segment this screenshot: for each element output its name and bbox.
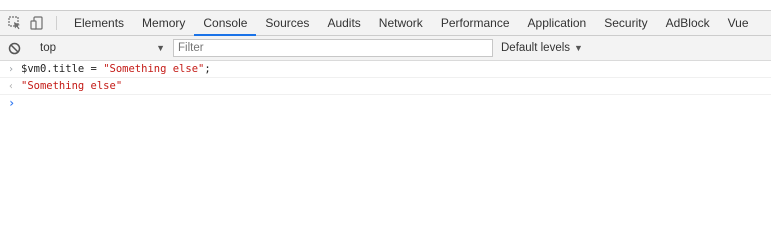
input-variable: $vm0.title — [21, 63, 85, 75]
input-operator: = — [84, 63, 104, 75]
console-toolbar: top ▼ Default levels ▼ — [0, 36, 771, 61]
top-spacer — [0, 0, 771, 10]
devtools-tabbar: Elements Memory Console Sources Audits N… — [0, 10, 771, 36]
result-value: "Something else" — [21, 80, 123, 92]
context-selector-value: top — [40, 42, 56, 54]
tab-application[interactable]: Application — [519, 11, 596, 35]
toolbar-divider — [56, 16, 57, 30]
tab-audits[interactable]: Audits — [318, 11, 369, 35]
result-chevron-icon: ‹ — [8, 80, 15, 92]
filter-input[interactable] — [174, 41, 492, 55]
console-output: › $vm0.title = "Something else" ; ‹ "Som… — [0, 61, 771, 111]
input-terminator: ; — [204, 63, 211, 75]
console-result-line: ‹ "Something else" — [0, 78, 771, 95]
tab-memory[interactable]: Memory — [133, 11, 194, 35]
dropdown-caret-icon: ▼ — [156, 43, 165, 53]
console-prompt[interactable]: › — [0, 95, 771, 111]
log-levels-label: Default levels — [501, 42, 571, 54]
log-levels-dropdown[interactable]: Default levels ▼ — [501, 42, 583, 54]
tab-security[interactable]: Security — [595, 11, 656, 35]
dropdown-caret-icon: ▼ — [574, 43, 583, 53]
tab-adblock[interactable]: AdBlock — [657, 11, 719, 35]
tab-performance[interactable]: Performance — [432, 11, 519, 35]
console-input-line: › $vm0.title = "Something else" ; — [0, 61, 771, 78]
inspect-element-icon[interactable] — [4, 11, 26, 35]
tab-elements[interactable]: Elements — [65, 11, 133, 35]
input-chevron-icon: › — [8, 63, 15, 75]
filter-box — [173, 39, 493, 57]
tab-network[interactable]: Network — [370, 11, 432, 35]
prompt-chevron-icon: › — [8, 96, 16, 110]
context-selector[interactable]: top ▼ — [28, 39, 169, 57]
tab-sources[interactable]: Sources — [256, 11, 318, 35]
input-string: "Something else" — [103, 63, 205, 75]
device-toolbar-icon[interactable] — [26, 11, 48, 35]
clear-console-icon[interactable] — [0, 42, 28, 55]
tab-vue[interactable]: Vue — [719, 11, 758, 35]
tab-console[interactable]: Console — [194, 11, 257, 36]
